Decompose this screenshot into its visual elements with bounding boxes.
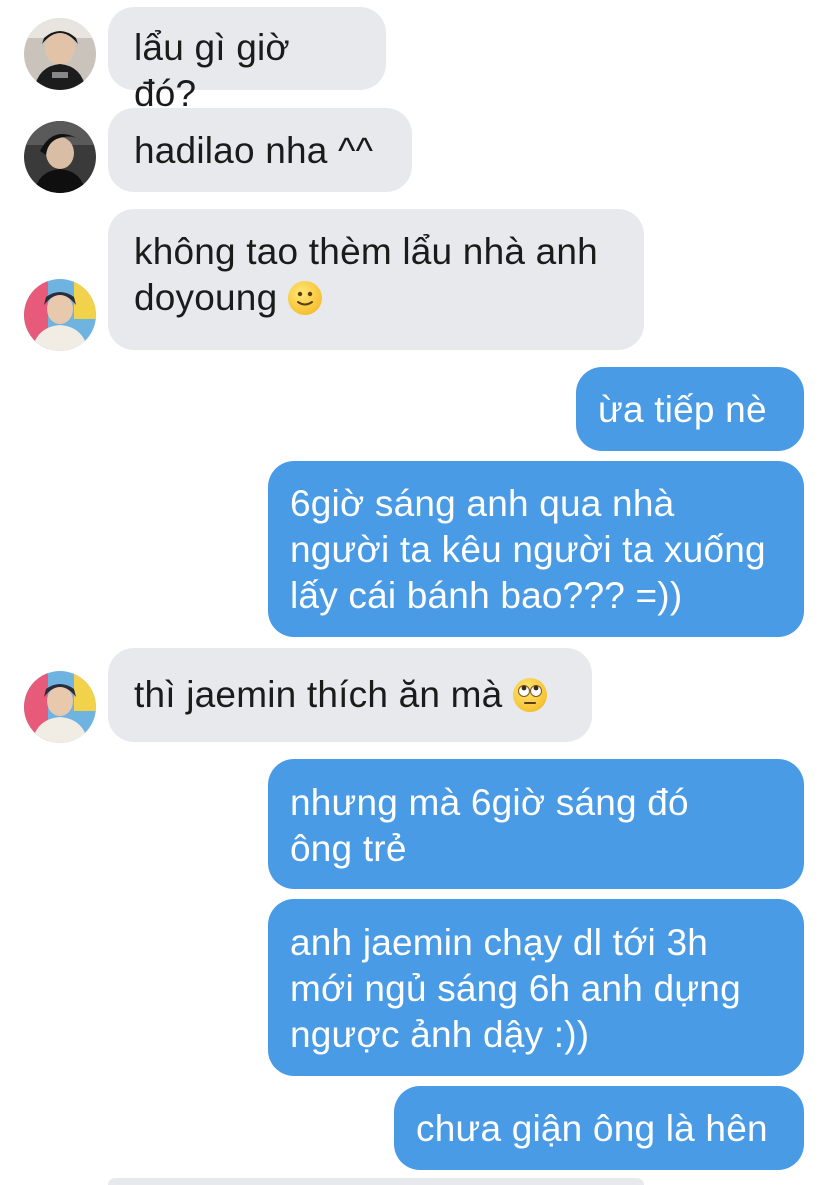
message-text-line: ngược ảnh dậy :))	[290, 1014, 590, 1055]
message-text: lẩu gì giờ đó?	[134, 27, 290, 114]
sender-avatar[interactable]	[24, 671, 96, 743]
rolling-eyes-face-icon	[512, 678, 547, 712]
message-bubble[interactable]: ừa tiếp nè	[576, 367, 804, 451]
message-text: hadilao nha ^^	[134, 130, 374, 171]
message-bubble[interactable]: lẩu gì giờ đó?	[108, 7, 386, 114]
message-bubble[interactable]: 6giờ sáng anh qua nhà người ta kêu người…	[268, 461, 804, 637]
message-bubble[interactable]: không tao thèm lẩu nhà anh doyoung	[108, 209, 644, 350]
message-bubble[interactable]: anh jaemin chạy dl tới 3h mới ngủ sáng 6…	[268, 899, 804, 1076]
message-bubble[interactable]: thì jaemin thích ăn mà	[108, 648, 592, 742]
message-text-line: ông trẻ	[290, 828, 407, 869]
message-text-line: người ta kêu người ta xuống	[290, 529, 766, 570]
message-bubble[interactable]: nhưng mà 6giờ sáng đó ông trẻ	[268, 759, 804, 889]
message-text: chưa giận ông là hên	[416, 1108, 768, 1149]
message-text: thì jaemin thích ăn mà	[134, 674, 503, 715]
message-text-line: anh jaemin chạy dl tới 3h	[290, 922, 708, 963]
message-text-line: lấy cái bánh bao??? =))	[290, 575, 683, 616]
message-bubble[interactable]: chưa giận ông là hên	[394, 1086, 804, 1170]
message-bubble[interactable]: hadilao nha ^^	[108, 108, 412, 192]
message-text-line: nhưng mà 6giờ sáng đó	[290, 782, 689, 823]
message-text-line: doyoung	[134, 277, 278, 318]
sender-avatar[interactable]	[24, 18, 96, 90]
sender-avatar[interactable]	[24, 121, 96, 193]
message-text-line: không tao thèm lẩu nhà anh	[134, 231, 598, 272]
message-text-line: mới ngủ sáng 6h anh dựng	[290, 968, 741, 1009]
message-bubble-partial[interactable]	[108, 1178, 644, 1185]
slightly-smiling-face-icon	[287, 281, 322, 315]
sender-avatar[interactable]	[24, 279, 96, 351]
message-text-line: 6giờ sáng anh qua nhà	[290, 483, 675, 524]
message-text: ừa tiếp nè	[598, 389, 767, 430]
